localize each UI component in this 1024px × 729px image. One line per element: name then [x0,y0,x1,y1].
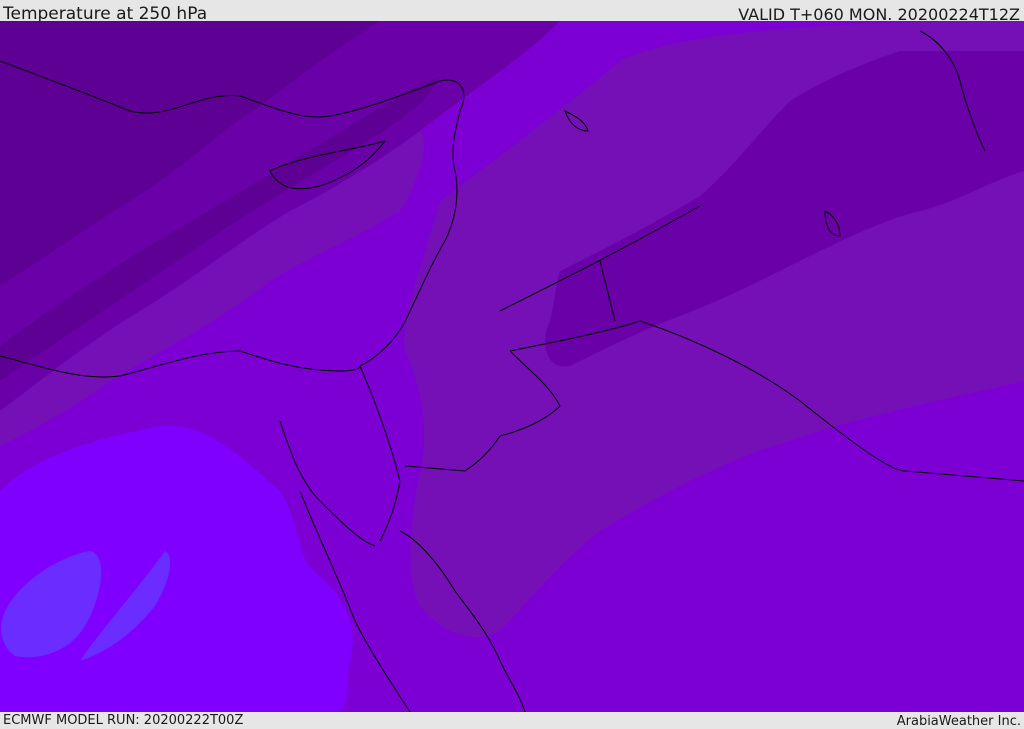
map-canvas [0,21,1024,712]
temperature-map[interactable] [0,21,1024,712]
header-bar: Temperature at 250 hPa VALID T+060 MON. … [0,0,1024,24]
model-run-label: ECMWF MODEL RUN: 20200222T00Z [3,713,244,728]
app-window: Temperature at 250 hPa VALID T+060 MON. … [0,0,1024,729]
footer-bar: ECMWF MODEL RUN: 20200222T00Z ArabiaWeat… [0,712,1024,729]
credit-label: ArabiaWeather Inc. [896,714,1021,729]
